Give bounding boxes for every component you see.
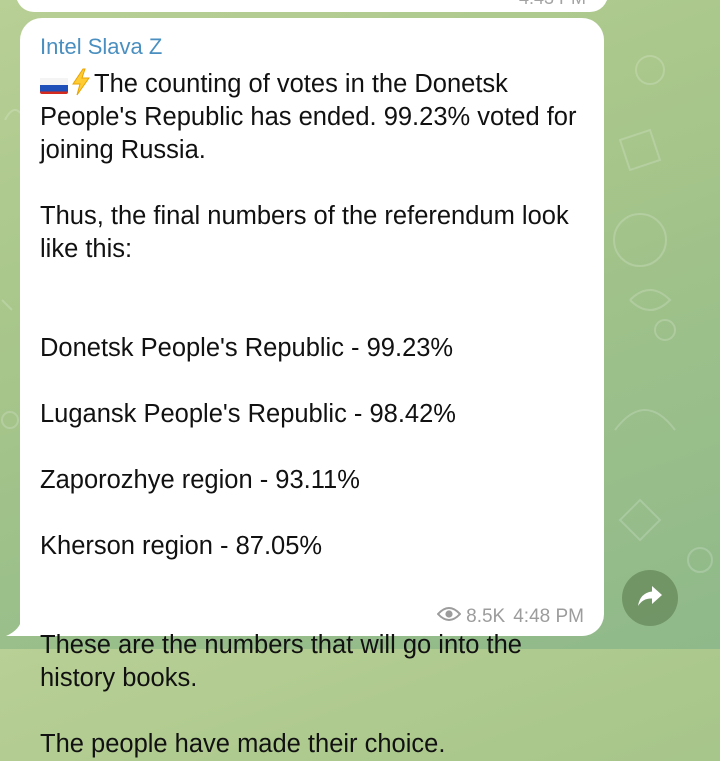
share-button[interactable] — [622, 570, 678, 626]
russia-flag-icon — [40, 74, 68, 94]
message-bubble[interactable]: Intel Slava Z The counting of votes in t… — [20, 18, 604, 758]
message-paragraph-5: The people have made their choice. — [40, 730, 446, 758]
message-paragraph-1: The counting of votes in the Donetsk Peo… — [40, 68, 590, 167]
message-time: 4:48 PM — [513, 606, 584, 627]
result-item: Kherson region - 87.05% — [40, 532, 323, 560]
result-item: Lugansk People's Republic - 98.42% — [40, 400, 456, 428]
lightning-icon — [70, 68, 92, 96]
previous-message-time: 4:43 PM — [519, 0, 586, 9]
results-list: Donetsk People's Republic - 99.23% Lugan… — [40, 299, 590, 596]
message-meta: 8.5K 4:48 PM — [436, 606, 584, 628]
result-item: Zaporozhye region - 93.11% — [40, 466, 360, 494]
previous-message-bubble: 4:43 PM — [16, 0, 608, 12]
view-count-value: 8.5K — [466, 606, 506, 627]
sender-name[interactable]: Intel Slava Z — [40, 34, 162, 60]
message-paragraph-2: Thus, the final numbers of the referendu… — [40, 202, 569, 263]
message-line-1: The counting of votes in the Donetsk Peo… — [40, 70, 577, 164]
message-text: The counting of votes in the Donetsk Peo… — [40, 68, 590, 761]
share-arrow-icon — [636, 584, 664, 613]
view-count: 8.5K — [436, 606, 506, 628]
eye-icon — [436, 606, 462, 628]
result-item: Donetsk People's Republic - 99.23% — [40, 334, 454, 362]
message-paragraph-4: These are the numbers that will go into … — [40, 631, 522, 692]
